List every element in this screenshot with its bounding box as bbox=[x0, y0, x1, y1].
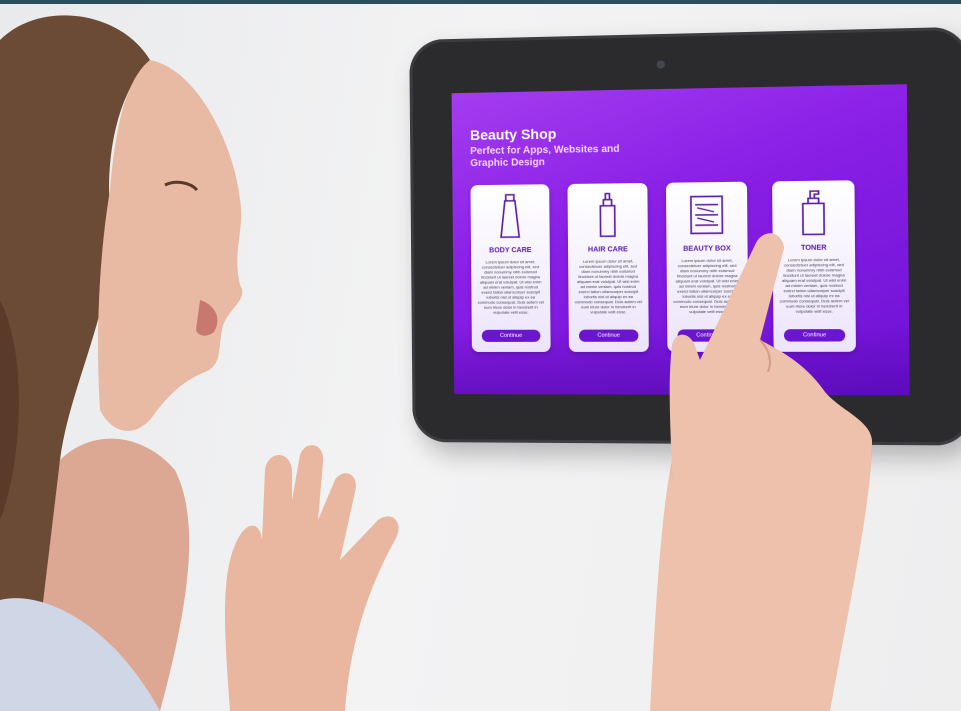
pump-bottle-icon bbox=[795, 189, 831, 239]
shirt bbox=[0, 598, 160, 711]
cosmetics-box-icon bbox=[689, 190, 725, 239]
continue-button[interactable]: Continue bbox=[784, 329, 845, 341]
app-subtitle: Perfect for Apps, Websites and Graphic D… bbox=[470, 143, 633, 170]
spray-bottle-icon bbox=[590, 191, 625, 240]
continue-button[interactable]: Continue bbox=[678, 329, 738, 341]
card-body-care[interactable]: BODY CARE Lorem ipsum dolor sit amet, co… bbox=[470, 184, 550, 352]
card-title: TONER bbox=[773, 244, 855, 252]
top-accent-bar bbox=[0, 0, 961, 4]
face bbox=[98, 60, 242, 431]
left-hand bbox=[225, 445, 399, 711]
card-hair-care[interactable]: HAIR CARE Lorem ipsum dolor sit amet, co… bbox=[567, 183, 648, 352]
continue-button[interactable]: Continue bbox=[579, 330, 639, 342]
card-description: Lorem ipsum dolor sit amet, consectetuer… bbox=[779, 257, 849, 321]
card-description: Lorem ipsum dolor sit amet, consectetuer… bbox=[477, 259, 544, 322]
card-title: BEAUTY BOX bbox=[666, 245, 747, 253]
card-title: BODY CARE bbox=[471, 247, 550, 255]
card-title: HAIR CARE bbox=[568, 246, 648, 254]
card-description: Lorem ipsum dolor sit amet, consectetuer… bbox=[673, 258, 742, 322]
card-toner[interactable]: TONER Lorem ipsum dolor sit amet, consec… bbox=[772, 180, 856, 352]
tablet-screen: Beauty Shop Perfect for Apps, Websites a… bbox=[452, 84, 910, 395]
continue-button[interactable]: Continue bbox=[482, 330, 541, 342]
card-beauty-box[interactable]: BEAUTY BOX Lorem ipsum dolor sit amet, c… bbox=[666, 182, 749, 352]
camera-icon bbox=[657, 60, 665, 68]
wall-tablet: Beauty Shop Perfect for Apps, Websites a… bbox=[409, 27, 961, 446]
lotion-tube-icon bbox=[493, 193, 528, 242]
card-description: Lorem ipsum dolor sit amet, consectetuer… bbox=[574, 258, 642, 321]
hair bbox=[0, 15, 150, 711]
app-title: Beauty Shop bbox=[470, 125, 557, 143]
